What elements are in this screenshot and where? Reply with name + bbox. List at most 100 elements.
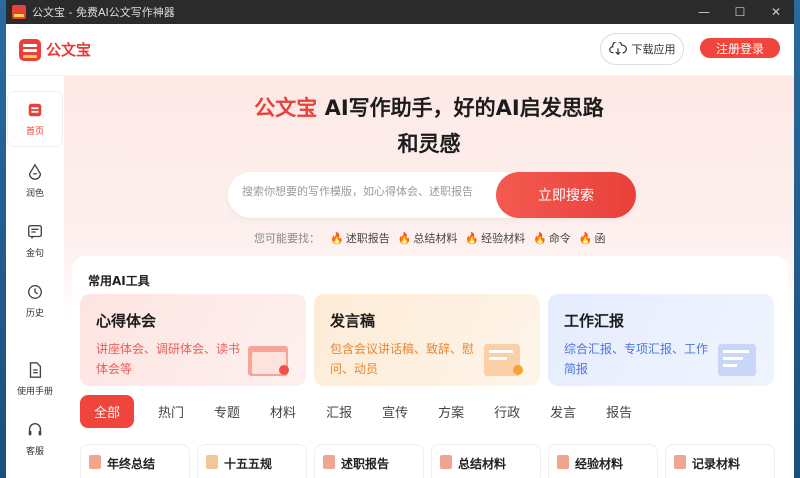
folder-icon — [248, 346, 289, 376]
suggestion-text: 函 — [594, 232, 606, 245]
document-title: 述职报告 — [341, 457, 390, 471]
tab-topic[interactable]: 专题 — [214, 402, 240, 421]
sidebar-label: 首页 — [25, 127, 44, 137]
register-login-button[interactable]: 注册登录 — [700, 38, 780, 58]
suggestion-item[interactable]: 🔥 总结材料 — [398, 230, 458, 246]
download-app-button[interactable]: 下载应用 — [600, 33, 684, 65]
sidebar-label: 使用手册 — [16, 387, 53, 397]
category-tabs: 全部 热门 专题 材料 汇报 宣传 方案 行政 发言 报告 — [80, 394, 662, 428]
document-icon — [206, 455, 218, 469]
close-button[interactable]: ✕ — [758, 0, 794, 24]
tools-title: 常用AI工具 — [88, 274, 150, 288]
cloud-download-icon — [608, 42, 627, 56]
tab-hot[interactable]: 热门 — [158, 402, 184, 421]
hero-title-text: AI写作助手，好的AI启发思路 — [317, 96, 604, 120]
app-header: 公文宝 下载应用 注册登录 — [6, 24, 794, 76]
flame-icon: 🔥 — [533, 231, 547, 245]
flame-icon: 🔥 — [397, 231, 412, 245]
document-icon — [323, 455, 335, 469]
suggestion-text: 总结材料 — [413, 232, 458, 245]
document-card[interactable]: 经验材料 — [548, 444, 658, 478]
hero-title-line2: 和灵感 — [397, 132, 461, 156]
hero-brand: 公文宝 — [254, 96, 318, 120]
hero-title: 公文宝 AI写作助手，好的AI启发思路 和灵感 — [64, 90, 794, 162]
minimize-button[interactable]: — — [686, 0, 722, 24]
logo-text: 公文宝 — [46, 41, 92, 59]
flame-icon: 🔥 — [578, 231, 593, 245]
tab-speech[interactable]: 发言 — [550, 402, 576, 421]
flame-icon: 🔥 — [465, 231, 480, 245]
logo-icon — [19, 38, 41, 61]
tool-desc: 讲座体会、调研体会、读书体会等 — [96, 342, 241, 376]
tool-card-reflection[interactable]: 心得体会 讲座体会、调研体会、读书体会等 — [80, 294, 306, 386]
document-card[interactable]: 十五五规 — [197, 444, 307, 478]
title-bar: 公文宝 - 免费AI公文写作神器 — ☐ ✕ — [6, 0, 794, 24]
search-input[interactable] — [242, 185, 492, 198]
document-card[interactable]: 年终总结 — [80, 444, 190, 478]
tool-title: 心得体会 — [96, 312, 157, 330]
sidebar-item-history[interactable]: 历史 — [8, 274, 62, 328]
suggestion-item[interactable]: 🔥 命令 — [533, 230, 571, 246]
suggestion-text: 经验材料 — [481, 232, 526, 245]
main-content: 公文宝 AI写作助手，好的AI启发思路 和灵感 立即搜索 您可能要找： 🔥述职报… — [64, 76, 794, 478]
app-window: 公文宝 - 免费AI公文写作神器 — ☐ ✕ 公文宝 下载应用 注册登录 首页 … — [6, 0, 794, 478]
suggestion-item[interactable]: 🔥 函 — [579, 230, 606, 246]
home-icon — [28, 103, 42, 117]
document-card[interactable]: 记录材料 — [665, 444, 775, 478]
document-icon — [674, 455, 686, 469]
tool-desc: 包含会议讲话稿、致辞、慰问、动员 — [330, 342, 475, 376]
download-label: 下载应用 — [631, 43, 676, 56]
sidebar-label: 金句 — [25, 249, 44, 259]
document-check-icon — [484, 344, 523, 376]
tab-admin[interactable]: 行政 — [494, 402, 520, 421]
maximize-button[interactable]: ☐ — [722, 0, 758, 24]
document-card[interactable]: 述职报告 — [314, 444, 424, 478]
document-list: 年终总结 十五五规 述职报告 总结材料 经验材料 记录材料 — [80, 444, 782, 478]
tab-reports[interactable]: 报告 — [606, 402, 632, 421]
tool-card-speech[interactable]: 发言稿 包含会议讲话稿、致辞、慰问、动员 — [314, 294, 540, 386]
tab-report[interactable]: 汇报 — [326, 402, 352, 421]
document-title: 经验材料 — [575, 457, 624, 471]
window-title: 公文宝 - 免费AI公文写作神器 — [32, 6, 175, 19]
suggestion-item[interactable]: 🔥 述职报告 — [330, 230, 390, 246]
sidebar-label: 历史 — [25, 309, 44, 319]
document-title: 十五五规 — [224, 457, 273, 471]
sidebar-label: 润色 — [25, 189, 44, 199]
document-icon — [89, 455, 101, 469]
desktop-background-right — [794, 0, 800, 478]
search-button[interactable]: 立即搜索 — [496, 172, 636, 218]
document-title: 记录材料 — [692, 457, 741, 471]
headset-icon — [28, 423, 42, 436]
sidebar: 首页 润色 金句 历史 使用手册 客服 — [6, 76, 64, 478]
polish-icon — [28, 163, 42, 180]
manual-icon — [29, 362, 42, 378]
document-icon — [557, 455, 569, 469]
tool-desc: 综合汇报、专项汇报、工作简报 — [564, 342, 709, 376]
document-card[interactable]: 总结材料 — [431, 444, 541, 478]
tool-title: 工作汇报 — [564, 312, 625, 330]
document-icon — [440, 455, 452, 469]
sidebar-item-manual[interactable]: 使用手册 — [8, 352, 62, 406]
flame-icon: 🔥 — [330, 231, 344, 245]
sidebar-item-quotes[interactable]: 金句 — [8, 214, 62, 268]
tool-title: 发言稿 — [330, 312, 376, 330]
suggestion-text: 述职报告 — [345, 232, 390, 245]
search-suggestions: 您可能要找： 🔥 述职报告 🔥 总结材料 🔥 经验材料 🔥 命令 🔥 函 — [254, 230, 614, 246]
history-icon — [28, 285, 42, 299]
report-icon — [718, 344, 756, 376]
tab-plan[interactable]: 方案 — [438, 402, 464, 421]
suggestion-text: 命令 — [548, 232, 571, 245]
tab-publicity[interactable]: 宣传 — [382, 402, 408, 421]
sidebar-item-polish[interactable]: 润色 — [8, 154, 62, 208]
search-bar: 立即搜索 — [228, 172, 636, 218]
sidebar-item-home[interactable]: 首页 — [8, 92, 62, 146]
sidebar-label: 客服 — [25, 447, 44, 457]
suggestion-item[interactable]: 🔥 经验材料 — [465, 230, 525, 246]
tab-all[interactable]: 全部 — [80, 394, 135, 428]
document-title: 总结材料 — [458, 457, 507, 471]
tab-material[interactable]: 材料 — [270, 402, 296, 421]
sidebar-item-support[interactable]: 客服 — [8, 412, 62, 466]
quote-icon — [28, 225, 42, 239]
logo[interactable]: 公文宝 — [19, 38, 92, 61]
tool-card-report[interactable]: 工作汇报 综合汇报、专项汇报、工作简报 — [548, 294, 774, 386]
